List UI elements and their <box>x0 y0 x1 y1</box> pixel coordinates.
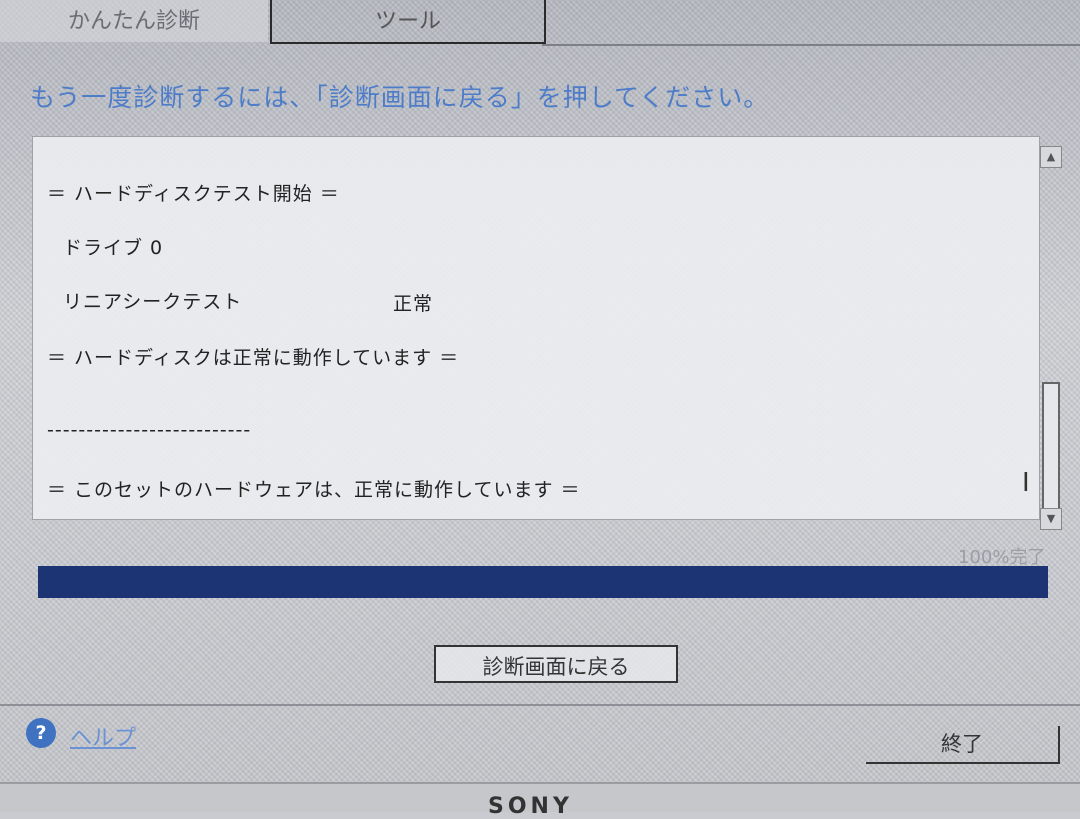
log-line-separator: -------------------------- <box>47 419 252 441</box>
text-cursor-icon: I <box>1022 468 1030 498</box>
log-line-drive: ドライブ 0 <box>63 237 164 259</box>
diagnosis-log: ＝ ハードディスクテスト開始 ＝ ドライブ 0 リニアシークテスト 正常 ＝ ハ… <box>32 136 1040 520</box>
progress-fill <box>38 566 1048 598</box>
back-to-diagnosis-button[interactable]: 診断画面に戻る <box>434 645 678 683</box>
brand-logo: SONY <box>488 794 573 819</box>
screen: かんたん診断 ツール もう一度診断するには、「診断画面に戻る」を押してください。… <box>0 0 1080 790</box>
scroll-thumb[interactable] <box>1042 382 1060 516</box>
log-line-hdd-test-start: ＝ ハードディスクテスト開始 ＝ <box>47 183 340 205</box>
tab-divider <box>542 44 1080 46</box>
help-icon[interactable]: ? <box>26 718 56 748</box>
tab-easy-diagnosis[interactable]: かんたん診断 <box>0 0 268 42</box>
log-line-linear-seek-test: リニアシークテスト <box>63 291 243 313</box>
tab-bar: かんたん診断 ツール <box>0 0 1080 46</box>
bottom-divider <box>0 704 1080 706</box>
log-line-result-normal: 正常 <box>393 293 434 315</box>
help-link[interactable]: ヘルプ <box>70 720 136 752</box>
instruction-text: もう一度診断するには、「診断画面に戻る」を押してください。 <box>30 83 770 112</box>
log-line-hdd-ok: ＝ ハードディスクは正常に動作しています ＝ <box>47 347 460 369</box>
exit-button[interactable]: 終了 <box>866 726 1060 764</box>
scroll-down-icon[interactable]: ▼ <box>1040 508 1062 530</box>
scroll-up-icon[interactable]: ▲ <box>1040 146 1062 168</box>
log-line-hardware-ok: ＝ このセットのハードウェアは、正常に動作しています ＝ <box>47 479 581 501</box>
tab-tools[interactable]: ツール <box>270 0 546 44</box>
log-scrollbar[interactable]: ▲ ▼ <box>1040 146 1062 530</box>
progress-bar <box>38 566 1048 598</box>
